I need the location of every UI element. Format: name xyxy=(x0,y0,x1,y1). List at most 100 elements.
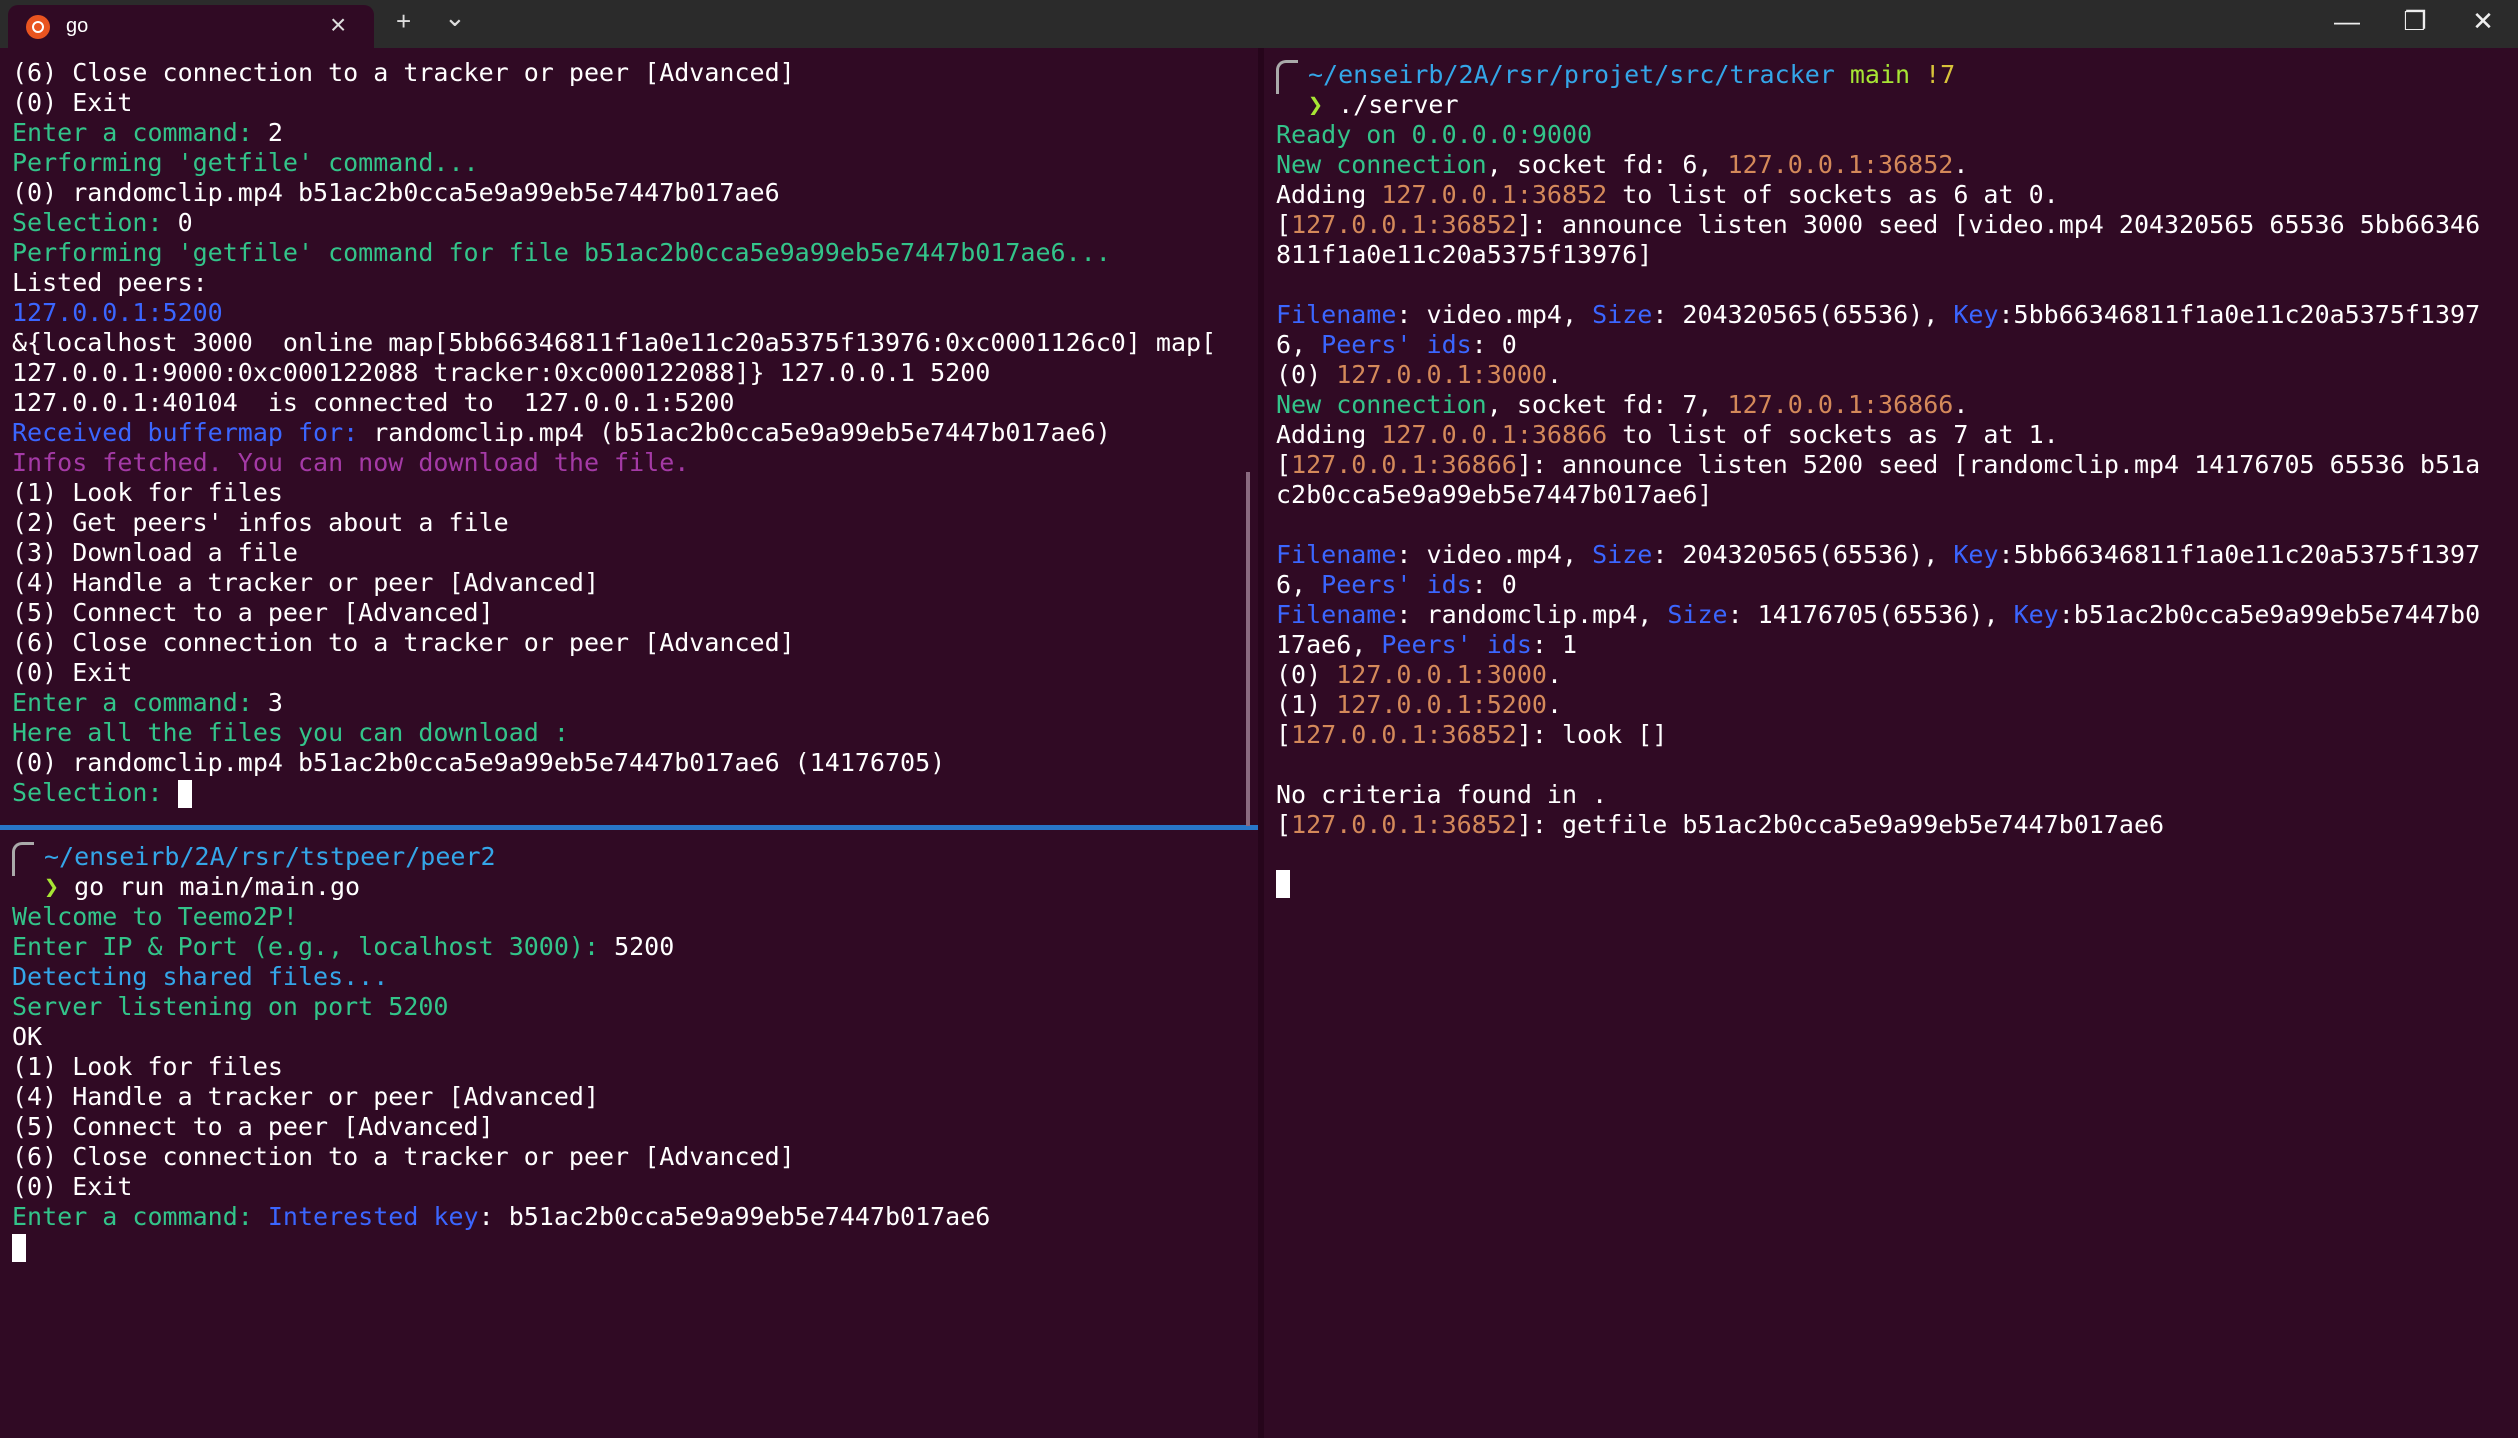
prompt-text: Enter a command: xyxy=(12,688,268,717)
log-text: , socket fd: 7, xyxy=(1486,390,1728,419)
field-value: 17ae6, xyxy=(1276,630,1382,659)
scrollbar[interactable] xyxy=(1246,472,1250,826)
output-line: 127.0.0.1:9000:0xc000122088 tracker:0xc0… xyxy=(12,358,991,387)
menu-line: (0) Exit xyxy=(12,1172,133,1201)
prompt-corner-icon xyxy=(1276,60,1298,94)
new-tab-button[interactable]: + xyxy=(396,6,411,37)
log-address: 127.0.0.1:36866 xyxy=(1291,450,1517,479)
output-line: (1) 127.0.0.1:5200. xyxy=(1276,690,1562,720)
maximize-button[interactable]: ❐ xyxy=(2390,6,2440,42)
minimize-button[interactable]: — xyxy=(2322,6,2372,42)
field-value: : 204320565(65536), xyxy=(1652,540,1954,569)
output-line: Adding 127.0.0.1:36852 to list of socket… xyxy=(1276,180,2059,210)
prompt-path-rest: /src/ xyxy=(1654,60,1730,89)
close-window-button[interactable]: ✕ xyxy=(2458,6,2508,42)
field-value: : video.mp4, xyxy=(1396,300,1593,329)
log-text: [ xyxy=(1276,450,1292,479)
prompt-path: ~/enseirb/2A/rsr/tstpeer/ xyxy=(44,842,421,871)
output-line: Server listening on port 5200 xyxy=(12,992,449,1021)
output-line: [127.0.0.1:36852]: announce listen 3000 … xyxy=(1276,210,2480,240)
output-line: Performing 'getfile' command for file b5… xyxy=(12,238,1111,267)
output-line: No criteria found in . xyxy=(1276,780,1608,809)
log-text: , socket fd: 6, xyxy=(1486,150,1728,179)
log-text: to list of sockets as 7 at 1. xyxy=(1607,420,2059,449)
field-key: Key xyxy=(1953,300,1999,329)
input-value: 2 xyxy=(267,118,283,147)
log-text: (0) xyxy=(1276,360,1337,389)
field-key: Peers' ids xyxy=(1381,630,1532,659)
log-text: [ xyxy=(1276,810,1292,839)
log-text: (0) xyxy=(1276,660,1337,689)
field-value: : 0 xyxy=(1471,330,1517,359)
field-value: : 1 xyxy=(1531,630,1578,659)
menu-line: (6) Close connection to a tracker or pee… xyxy=(12,628,795,657)
tab-dropdown-icon[interactable]: ⌄ xyxy=(444,2,466,33)
log-address: 127.0.0.1:3000 xyxy=(1336,360,1547,389)
terminal-pane-right[interactable]: ~/enseirb/2A/rsr/projet/src/tracker main… xyxy=(1264,48,2518,1438)
output-line: Here all the files you can download : xyxy=(12,718,569,747)
output-line: OK xyxy=(12,1022,43,1051)
field-key: Key xyxy=(1953,540,1999,569)
output-line: (0) randomclip.mp4 b51ac2b0cca5e9a99eb5e… xyxy=(12,748,946,777)
log-address: 127.0.0.1:36866 xyxy=(1727,390,1954,419)
prompt-path-mid: projet xyxy=(1563,60,1655,89)
menu-line: (6) Close connection to a tracker or pee… xyxy=(12,1142,795,1171)
prompt-corner-icon xyxy=(12,842,34,876)
output-line: Filename: video.mp4, Size: 204320565(655… xyxy=(1276,540,2480,570)
prompt-path-end: tracker xyxy=(1729,60,1835,89)
input-line[interactable] xyxy=(1276,868,1290,898)
output-line: c2b0cca5e9a99eb5e7447b017ae6] xyxy=(1276,480,1713,509)
output-line: 6, Peers' ids: 0 xyxy=(1276,570,1517,600)
prompt-arrow-icon: ❯ xyxy=(44,872,60,901)
output-line: [127.0.0.1:36866]: announce listen 5200 … xyxy=(1276,450,2480,480)
menu-line: (4) Handle a tracker or peer [Advanced] xyxy=(12,1082,599,1111)
input-value: 3 xyxy=(267,688,283,717)
field-value: : 0 xyxy=(1471,570,1517,599)
output-line: Enter a command: 3 xyxy=(12,688,283,718)
menu-line: (1) Look for files xyxy=(12,478,283,507)
output-line: 127.0.0.1:40104 is connected to 127.0.0.… xyxy=(12,388,735,417)
output-line: (0) 127.0.0.1:3000. xyxy=(1276,660,1562,690)
log-text: . xyxy=(1546,690,1562,719)
field-key: Peers' ids xyxy=(1321,330,1472,359)
output-line: Listed peers: xyxy=(12,268,208,297)
output-line: Enter a command: Interested key: b51ac2b… xyxy=(12,1202,990,1232)
label-text: Received buffermap for: xyxy=(12,418,374,447)
output-line: Filename: randomclip.mp4, Size: 14176705… xyxy=(1276,600,2480,630)
log-text: Adding xyxy=(1276,420,1382,449)
output-line: Adding 127.0.0.1:36866 to list of socket… xyxy=(1276,420,2059,450)
output-line: Performing 'getfile' command... xyxy=(12,148,479,177)
log-address: 127.0.0.1:36852 xyxy=(1727,150,1954,179)
log-text: ]: look [] xyxy=(1516,720,1668,749)
ubuntu-icon xyxy=(26,15,50,39)
prompt-path: ~/enseirb/2A/rsr/ xyxy=(1308,60,1564,89)
log-label: New connection xyxy=(1276,150,1487,179)
output-line: Received buffermap for: randomclip.mp4 (… xyxy=(12,418,1111,448)
log-label: New connection xyxy=(1276,390,1487,419)
input-line[interactable] xyxy=(12,1232,26,1262)
command-text: ./server xyxy=(1323,90,1459,119)
prompt-text: Enter a command: xyxy=(12,118,268,147)
field-value: 6, xyxy=(1276,330,1322,359)
field-value: :5bb66346811f1a0e11c20a5375f1397 xyxy=(1998,540,2481,569)
log-text: [ xyxy=(1276,720,1292,749)
terminal-pane-bottom-left[interactable]: ~/enseirb/2A/rsr/tstpeer/peer2 ❯ go run … xyxy=(0,830,1258,1438)
field-key: Size xyxy=(1592,300,1653,329)
output-line: Infos fetched. You can now download the … xyxy=(12,448,690,477)
output-line: Welcome to Teemo2P! xyxy=(12,902,298,931)
output-line: New connection, socket fd: 6, 127.0.0.1:… xyxy=(1276,150,1968,180)
terminal-tab[interactable]: go × xyxy=(8,5,374,48)
close-tab-icon[interactable]: × xyxy=(330,9,346,41)
terminal-pane-top-left[interactable]: (6) Close connection to a tracker or pee… xyxy=(0,48,1258,826)
output-line: 127.0.0.1:5200 xyxy=(12,298,223,327)
text-cursor xyxy=(12,1234,26,1262)
input-value: 5200 xyxy=(614,932,675,961)
log-text: ]: announce listen 3000 seed [video.mp4 … xyxy=(1516,210,2481,239)
input-line[interactable]: Selection: xyxy=(12,778,192,808)
prompt-text: Selection: xyxy=(12,778,178,807)
log-text: . xyxy=(1953,150,1969,179)
prompt-arrow-icon: ❯ xyxy=(1308,90,1324,119)
git-status: !7 xyxy=(1910,60,1956,89)
output-line: Selection: 0 xyxy=(12,208,193,238)
log-text: ]: getfile b51ac2b0cca5e9a99eb5e7447b017… xyxy=(1516,810,2165,839)
